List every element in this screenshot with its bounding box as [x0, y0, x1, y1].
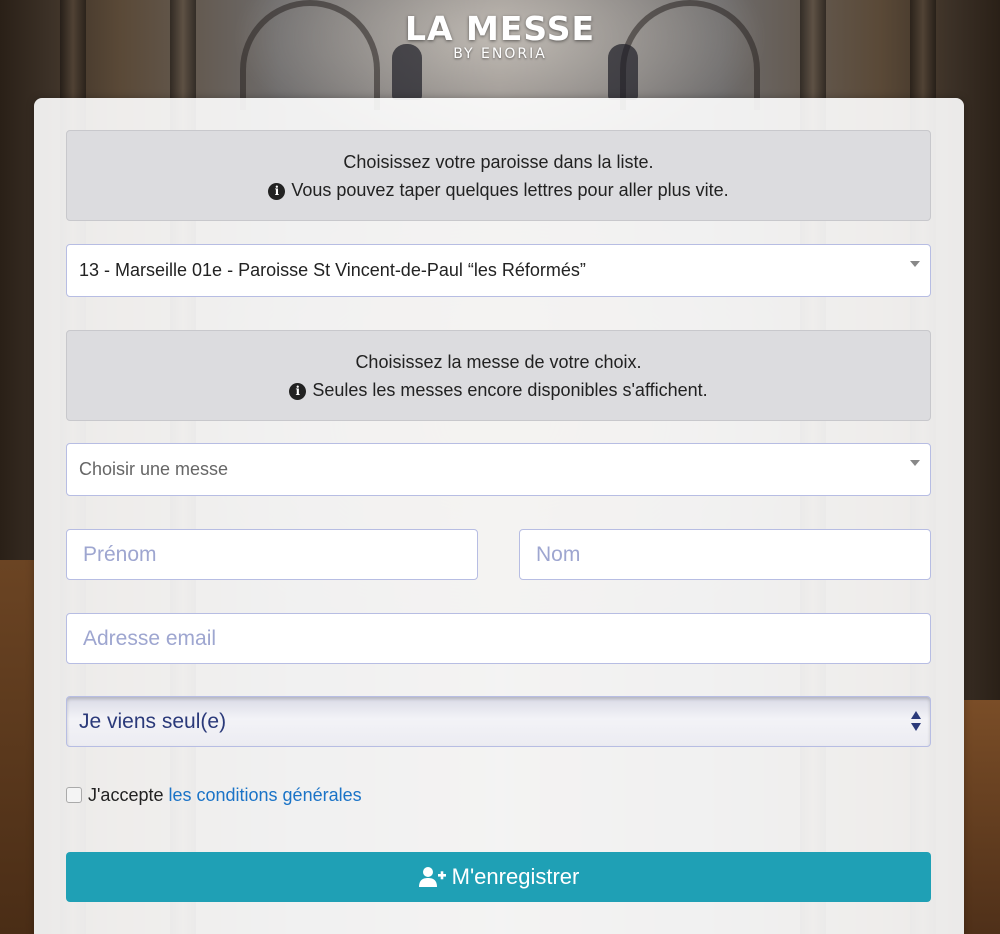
- mass-select[interactable]: Choisir une messe: [66, 443, 931, 496]
- user-plus-icon: [418, 867, 446, 887]
- mass-info-line2: Seules les messes encore disponibles s'a…: [312, 380, 708, 400]
- logo-title: LA MESSE: [404, 9, 596, 48]
- parish-select-value: 13 - Marseille 01e - Paroisse St Vincent…: [79, 260, 586, 280]
- terms-checkbox[interactable]: [66, 787, 82, 803]
- register-button-label: M'enregistrer: [451, 864, 580, 889]
- last-name-input[interactable]: [519, 529, 931, 580]
- info-icon: i: [289, 383, 307, 400]
- parish-info-box: Choisissez votre paroisse dans la liste.…: [66, 130, 931, 221]
- register-button[interactable]: M'enregistrer: [66, 852, 931, 902]
- email-input[interactable]: [66, 613, 931, 664]
- logo: LA MESSE BY ENORIA: [0, 9, 1000, 63]
- info-icon: i: [268, 183, 286, 200]
- attendance-select[interactable]: Je viens seul(e): [66, 696, 931, 747]
- mass-info-box: Choisissez la messe de votre choix. i Seu…: [66, 330, 931, 421]
- terms-link[interactable]: les conditions générales: [168, 783, 361, 807]
- terms-row: J'accepte les conditions générales: [66, 783, 362, 807]
- up-down-arrows-icon: [910, 711, 922, 733]
- parish-info-line2: Vous pouvez taper quelques lettres pour …: [291, 180, 729, 200]
- first-name-input[interactable]: [66, 529, 478, 580]
- registration-card: Choisissez votre paroisse dans la liste.…: [34, 98, 964, 934]
- attendance-select-value: Je viens seul(e): [79, 710, 227, 733]
- terms-label: J'accepte: [88, 785, 164, 805]
- chevron-down-icon: [910, 261, 920, 267]
- mass-select-placeholder: Choisir une messe: [79, 459, 229, 479]
- parish-info-line2-wrap: i Vous pouvez taper quelques lettres pour…: [67, 176, 930, 204]
- mass-info-line2-wrap: i Seules les messes encore disponibles s'…: [67, 376, 930, 404]
- background-pew: [964, 700, 1000, 934]
- chevron-down-icon: [910, 460, 920, 466]
- mass-info-line1: Choisissez la messe de votre choix.: [355, 352, 642, 372]
- background-pew: [0, 560, 34, 934]
- parish-info-line1: Choisissez votre paroisse dans la liste.: [343, 152, 654, 172]
- logo-subtitle: BY ENORIA: [453, 46, 547, 62]
- parish-select[interactable]: 13 - Marseille 01e - Paroisse St Vincent…: [66, 244, 931, 297]
